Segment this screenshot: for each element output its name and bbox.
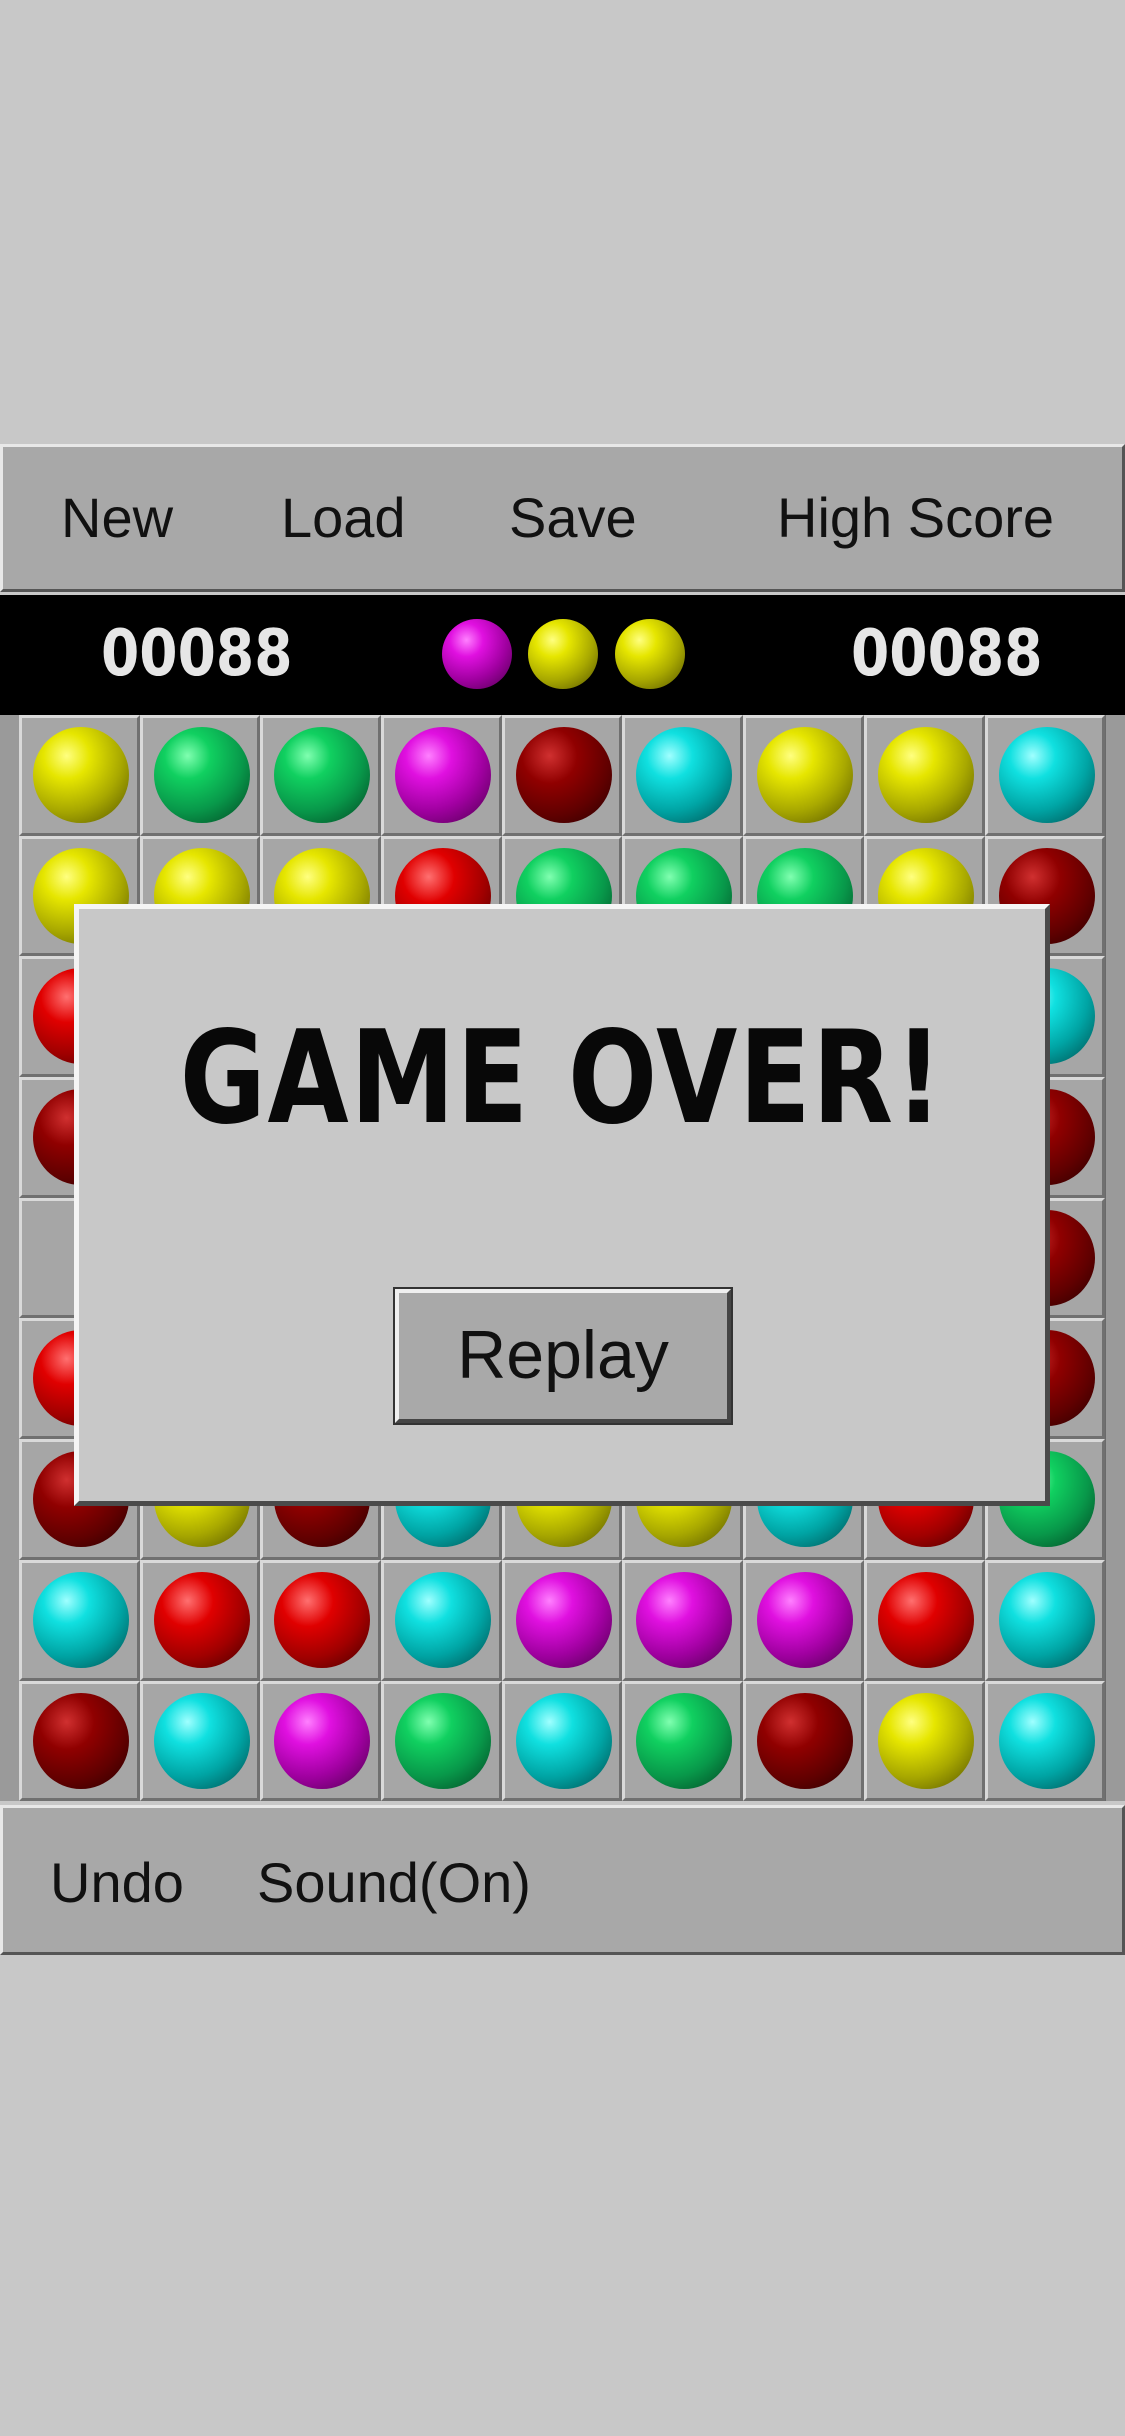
board-cell[interactable] (984, 1680, 1106, 1802)
board-cell[interactable] (381, 1680, 502, 1802)
board-cell[interactable] (501, 715, 623, 836)
replay-button[interactable]: Replay (393, 1287, 733, 1425)
board-cell[interactable] (743, 1559, 864, 1681)
board-cell[interactable] (984, 715, 1106, 836)
new-game-button[interactable]: New (61, 485, 173, 551)
game-over-title: GAME OVER! (179, 1004, 945, 1153)
game-over-dialog: GAME OVER! Replay (74, 904, 1050, 1506)
board-cell[interactable] (139, 1680, 261, 1802)
green-ball[interactable] (153, 727, 250, 823)
cyan-ball[interactable] (395, 1571, 492, 1668)
cyan-ball[interactable] (636, 727, 733, 823)
green-ball[interactable] (274, 727, 371, 823)
board-cell[interactable] (863, 1559, 985, 1681)
board-cell[interactable] (381, 1559, 502, 1681)
yellow-ball[interactable] (877, 727, 974, 823)
board-cell[interactable] (19, 715, 140, 836)
load-button[interactable]: Load (281, 485, 406, 551)
sound-toggle-button[interactable]: Sound(On) (257, 1850, 531, 1916)
yellow-ball[interactable] (33, 727, 129, 823)
board-cell[interactable] (381, 715, 502, 836)
cyan-ball[interactable] (153, 1692, 250, 1789)
next-ball-2 (528, 619, 598, 689)
red-ball[interactable] (153, 1571, 250, 1668)
green-ball[interactable] (395, 1692, 492, 1789)
current-score: 00088 (101, 617, 293, 691)
red-ball[interactable] (877, 1571, 974, 1668)
high-score-display: 00088 (851, 617, 1043, 691)
next-ball-3 (615, 619, 685, 689)
board-cell[interactable] (260, 1559, 382, 1681)
board-cell[interactable] (260, 1680, 382, 1802)
save-button[interactable]: Save (509, 485, 637, 551)
magenta-ball[interactable] (395, 727, 492, 823)
magenta-ball[interactable] (274, 1692, 371, 1789)
next-ball-1 (442, 619, 512, 689)
board-cell[interactable] (984, 1559, 1106, 1681)
cyan-ball[interactable] (515, 1692, 612, 1789)
green-ball[interactable] (636, 1692, 733, 1789)
cyan-ball[interactable] (998, 727, 1095, 823)
board-cell[interactable] (863, 1680, 985, 1802)
red-ball[interactable] (274, 1571, 371, 1668)
yellow-ball[interactable] (757, 727, 854, 823)
board-cell[interactable] (139, 715, 261, 836)
cyan-ball[interactable] (998, 1692, 1095, 1789)
dred-ball[interactable] (515, 727, 612, 823)
board-cell[interactable] (19, 1559, 140, 1681)
high-score-button[interactable]: High Score (777, 485, 1054, 551)
board-cell[interactable] (622, 715, 744, 836)
board-cell[interactable] (501, 1680, 623, 1802)
board-cell[interactable] (260, 715, 382, 836)
board-cell[interactable] (863, 715, 985, 836)
dred-ball[interactable] (33, 1692, 129, 1789)
magenta-ball[interactable] (757, 1571, 854, 1668)
board-cell[interactable] (19, 1680, 140, 1802)
cyan-ball[interactable] (998, 1571, 1095, 1668)
score-bar: 00088 00088 (0, 595, 1125, 715)
board-cell[interactable] (622, 1559, 744, 1681)
board-cell[interactable] (501, 1559, 623, 1681)
undo-button[interactable]: Undo (50, 1850, 184, 1916)
menu-bar: New Load Save High Score (0, 444, 1125, 592)
yellow-ball[interactable] (877, 1692, 974, 1789)
board-cell[interactable] (743, 715, 864, 836)
dred-ball[interactable] (757, 1692, 854, 1789)
magenta-ball[interactable] (515, 1571, 612, 1668)
board-cell[interactable] (743, 1680, 864, 1802)
bottom-bar: Undo Sound(On) (0, 1805, 1125, 1955)
magenta-ball[interactable] (636, 1571, 733, 1668)
board-cell[interactable] (622, 1680, 744, 1802)
board-cell[interactable] (139, 1559, 261, 1681)
cyan-ball[interactable] (33, 1571, 129, 1668)
